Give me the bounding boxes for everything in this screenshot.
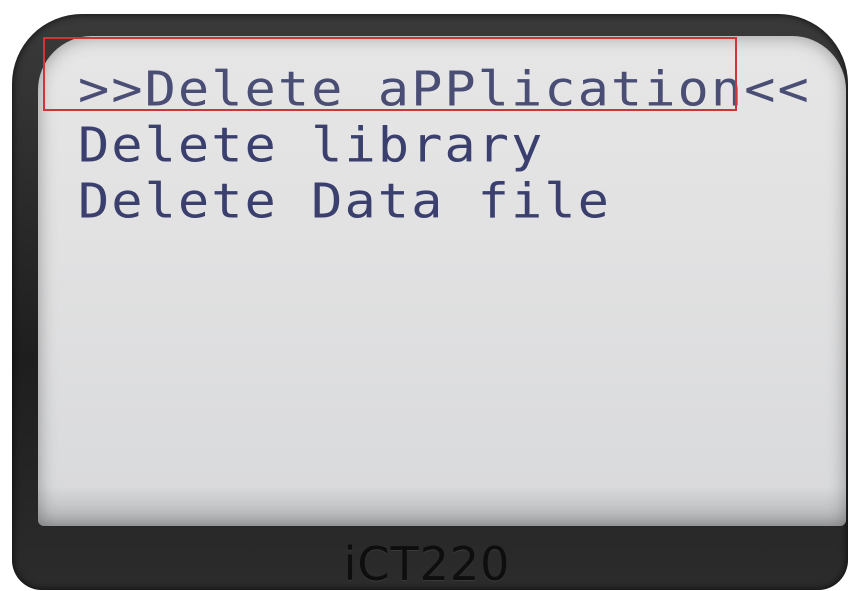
delete-menu: >>Delete aPPlication<< Delete library De… — [78, 64, 811, 232]
screen-bottom-shade — [38, 486, 846, 526]
lcd-screen: >>Delete aPPlication<< Delete library De… — [38, 36, 846, 526]
terminal-bezel: >>Delete aPPlication<< Delete library De… — [12, 14, 848, 590]
payment-terminal: >>Delete aPPlication<< Delete library De… — [0, 0, 854, 590]
menu-item-delete-application[interactable]: >>Delete aPPlication<< — [78, 64, 811, 116]
menu-item-delete-library[interactable]: Delete library — [78, 120, 811, 172]
menu-item-delete-data-file[interactable]: Delete Data file — [78, 176, 811, 228]
model-label: iCT220 — [343, 537, 511, 591]
